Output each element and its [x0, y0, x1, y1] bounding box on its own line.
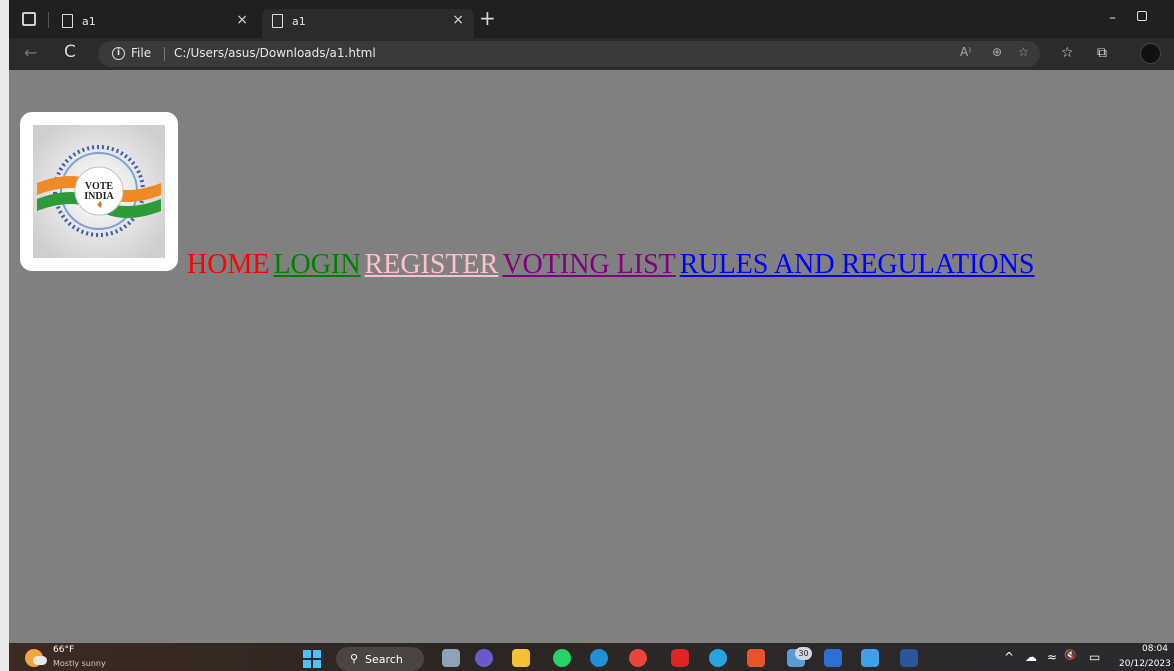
office-icon[interactable]: [747, 649, 765, 667]
file-explorer-icon[interactable]: [512, 649, 530, 667]
notepad-icon[interactable]: [861, 649, 879, 667]
weather-temperature[interactable]: 66°F: [53, 645, 74, 655]
onedrive-icon[interactable]: ☁: [1025, 650, 1037, 664]
tab-a1-active[interactable]: a1 ×: [262, 9, 474, 38]
scheme-label: File: [131, 46, 152, 60]
tab-bar: a1 × a1 × + –: [9, 0, 1174, 38]
new-tab-button[interactable]: +: [479, 8, 496, 28]
nav-login-link[interactable]: LOGIN: [273, 249, 360, 280]
edge-icon[interactable]: [590, 649, 608, 667]
task-view-icon[interactable]: [442, 649, 460, 667]
nav-voting-list-link[interactable]: VOTING LIST: [502, 249, 675, 280]
tab-a1-first[interactable]: a1 ×: [52, 9, 258, 38]
wifi-icon[interactable]: ≈: [1047, 650, 1057, 664]
restore-button[interactable]: [1137, 11, 1147, 21]
taskbar-search[interactable]: ⚲ Search: [336, 647, 424, 671]
word-icon[interactable]: [900, 649, 918, 667]
left-edge: [0, 0, 9, 671]
search-icon: ⚲: [350, 652, 359, 665]
youtube-icon[interactable]: [671, 649, 689, 667]
minimize-button[interactable]: –: [1109, 10, 1116, 26]
favorite-icon[interactable]: ☆: [1018, 45, 1029, 59]
page-content: VOTE INDIA HOME LOGIN REGISTER VOTING LIST R…: [9, 70, 1174, 643]
main-navigation: HOME LOGIN REGISTER VOTING LIST RULES AND RE…: [187, 248, 1038, 282]
tray-overflow-icon[interactable]: ^: [1004, 650, 1014, 664]
nav-rules-link[interactable]: RULES AND REGULATIONS: [680, 249, 1035, 280]
vote-india-logo: VOTE INDIA: [20, 112, 178, 271]
close-icon[interactable]: ×: [452, 12, 464, 28]
info-icon[interactable]: i: [112, 47, 125, 60]
tab-title: a1: [292, 15, 306, 28]
clock-time[interactable]: 08:04: [1142, 644, 1168, 654]
profile-avatar[interactable]: [1140, 43, 1161, 64]
telegram-icon[interactable]: [709, 649, 727, 667]
url-text[interactable]: C:/Users/asus/Downloads/a1.html: [174, 46, 376, 60]
refresh-button[interactable]: C: [64, 42, 76, 62]
logo-image: VOTE INDIA: [33, 125, 165, 258]
logo-text-india: INDIA: [84, 191, 114, 202]
nav-register-link[interactable]: REGISTER: [365, 249, 499, 280]
tab-actions-icon[interactable]: [22, 12, 36, 26]
whatsapp-icon[interactable]: [553, 649, 571, 667]
address-separator: [164, 47, 165, 61]
clock-date[interactable]: 20/12/2023: [1119, 659, 1171, 669]
weather-cloud-icon: [33, 656, 47, 665]
tab-title: a1: [82, 15, 96, 28]
weather-condition[interactable]: Mostly sunny: [53, 659, 106, 668]
battery-icon[interactable]: ▭: [1089, 650, 1100, 664]
mail-badge: 30: [795, 647, 812, 660]
favorites-icon[interactable]: ☆: [1061, 45, 1074, 61]
nav-home-link[interactable]: HOME: [187, 249, 269, 280]
close-icon[interactable]: ×: [236, 12, 248, 28]
address-bar[interactable]: i File C:/Users/asus/Downloads/a1.html A…: [98, 41, 1040, 67]
collections-icon[interactable]: ⧉: [1097, 45, 1107, 61]
page-icon: [272, 14, 283, 28]
search-label: Search: [365, 653, 403, 666]
zoom-icon[interactable]: ⊕: [992, 45, 1002, 59]
chrome-icon[interactable]: [629, 649, 647, 667]
taskbar: 66°F Mostly sunny ⚲ Search 30 ^ ☁ ≈ 🔇 ▭ …: [9, 643, 1174, 671]
store-icon[interactable]: [824, 649, 842, 667]
navigation-bar: ← C i File C:/Users/asus/Downloads/a1.ht…: [9, 38, 1174, 70]
read-aloud-icon[interactable]: A⁾: [960, 45, 971, 59]
start-button[interactable]: [303, 650, 321, 668]
screen: a1 × a1 × + – ← C i File C:/Users/asus/D…: [0, 0, 1174, 671]
volume-muted-icon[interactable]: 🔇: [1064, 650, 1076, 661]
back-button[interactable]: ←: [24, 43, 37, 62]
meet-icon[interactable]: [475, 649, 493, 667]
tab-separator: [48, 12, 49, 28]
page-icon: [62, 14, 73, 28]
